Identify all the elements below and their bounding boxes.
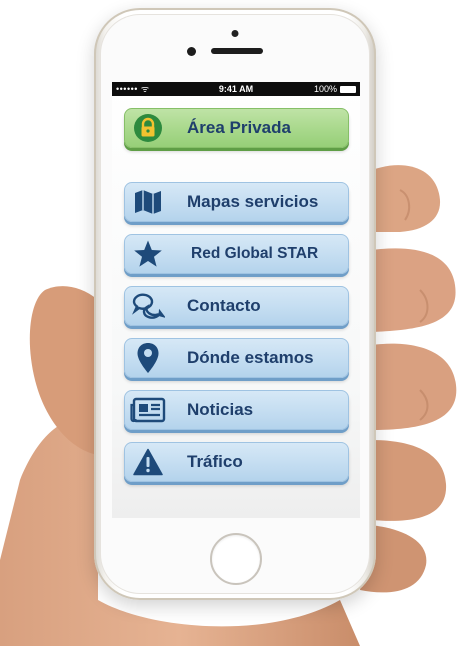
- area-privada-button[interactable]: Área Privada: [124, 108, 349, 148]
- trafico-button[interactable]: Tráfico: [124, 442, 349, 482]
- smartphone: •••••• ᯤ 9:41 AM 100% Área Privada Mapas…: [94, 8, 376, 600]
- map-icon: [125, 188, 171, 216]
- noticias-label: Noticias: [187, 400, 254, 419]
- home-button[interactable]: [210, 533, 262, 585]
- proximity-sensor: [231, 30, 239, 37]
- mapas-servicios-label: Mapas servicios: [187, 192, 319, 211]
- chat-bubbles-icon: [125, 292, 171, 320]
- star-icon: [125, 239, 171, 269]
- noticias-button[interactable]: Noticias: [124, 390, 349, 430]
- earpiece-speaker: [211, 48, 263, 54]
- battery-percent: 100%: [313, 84, 337, 94]
- front-camera-icon: [187, 47, 196, 56]
- warning-icon: [125, 448, 171, 476]
- contacto-button[interactable]: Contacto: [124, 286, 349, 326]
- contacto-label: Contacto: [187, 296, 261, 315]
- phone-screen: •••••• ᯤ 9:41 AM 100% Área Privada Mapas…: [112, 82, 360, 518]
- trafico-label: Tráfico: [187, 452, 243, 471]
- newspaper-icon: [125, 397, 171, 423]
- battery-icon: [340, 85, 356, 93]
- donde-estamos-label: Dónde estamos: [187, 348, 314, 367]
- padlock-icon: [125, 113, 171, 143]
- status-bar: •••••• ᯤ 9:41 AM 100%: [112, 82, 360, 96]
- mapas-servicios-button[interactable]: Mapas servicios: [124, 182, 349, 222]
- location-pin-icon: [125, 342, 171, 374]
- battery-indicator: 100%: [314, 82, 356, 96]
- red-global-star-button[interactable]: Red Global STAR: [124, 234, 349, 274]
- red-global-star-label: Red Global STAR: [191, 245, 319, 262]
- photo-scene: •••••• ᯤ 9:41 AM 100% Área Privada Mapas…: [0, 0, 465, 646]
- donde-estamos-button[interactable]: Dónde estamos: [124, 338, 349, 378]
- area-privada-label: Área Privada: [187, 118, 291, 137]
